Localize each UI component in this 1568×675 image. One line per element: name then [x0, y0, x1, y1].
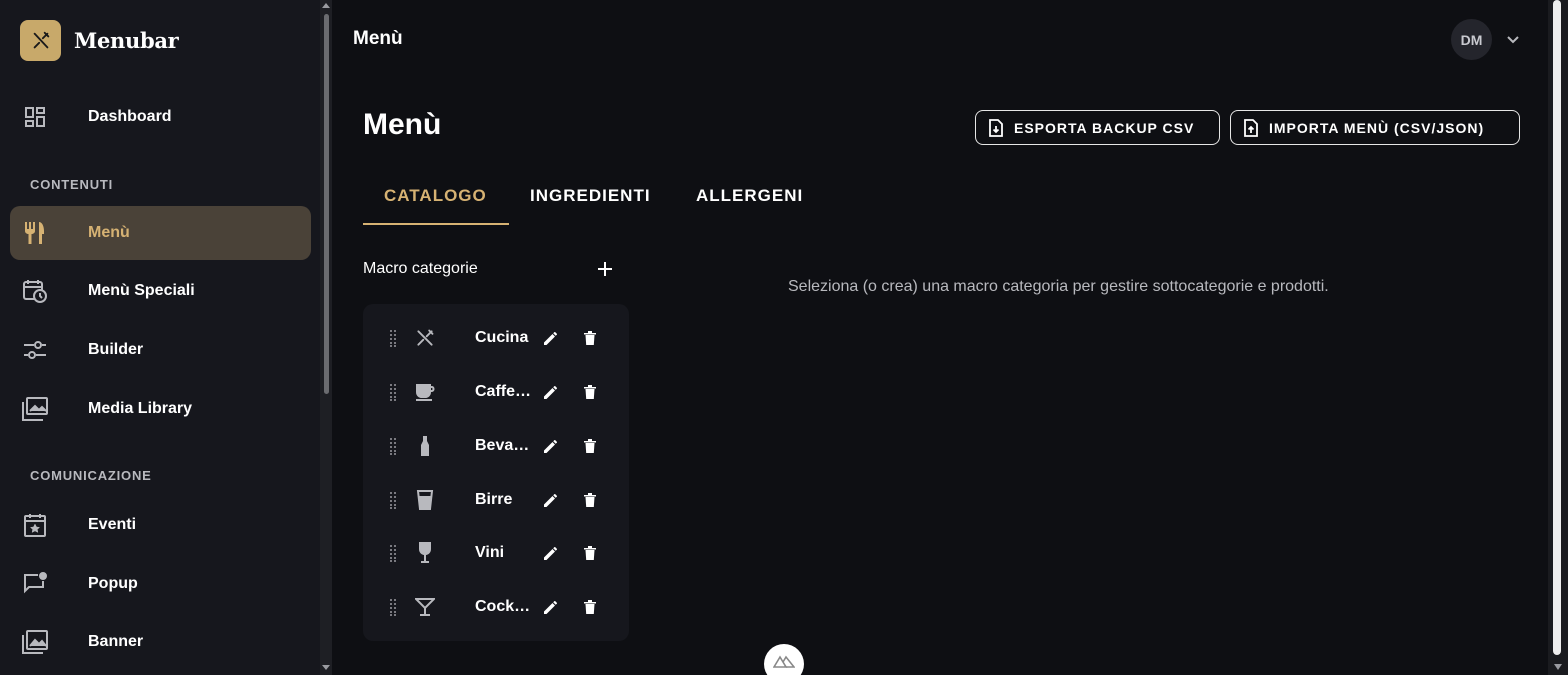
category-name: Cocktail: [475, 598, 533, 615]
export-csv-button[interactable]: ESPORTA BACKUP CSV: [975, 110, 1220, 145]
edit-icon[interactable]: [542, 491, 560, 509]
category-name: Bevande: [475, 437, 533, 454]
sidebar-item-media-library[interactable]: Media Library: [10, 382, 311, 436]
sidebar-item-label: Builder: [88, 341, 144, 358]
list-item[interactable]: Cocktail: [363, 587, 629, 627]
sidebar-item-banner[interactable]: Banner: [10, 615, 311, 669]
edit-icon[interactable]: [542, 598, 560, 616]
sidebar-item-label: Popup: [88, 575, 138, 592]
sidebar-item-dashboard[interactable]: Dashboard: [10, 90, 311, 144]
sidebar-item-label: Menù Speciali: [88, 282, 195, 299]
drag-handle-icon[interactable]: [389, 437, 397, 455]
devtools-toggle-button[interactable]: [764, 644, 804, 675]
trash-icon[interactable]: [581, 437, 599, 455]
file-upload-icon: [1243, 118, 1259, 137]
calendar-clock-icon: [21, 277, 49, 305]
fork-knife-icon: [20, 20, 61, 61]
import-button-label: IMPORTA MENÙ (CSV/JSON): [1269, 119, 1485, 136]
photo-library-icon: [21, 395, 49, 423]
sidebar-scrollbar[interactable]: [320, 0, 332, 675]
tab-catalogo[interactable]: CATALOGO: [384, 186, 487, 206]
edit-icon[interactable]: [542, 383, 560, 401]
chevron-down-icon[interactable]: [1505, 32, 1521, 48]
page-scrollbar[interactable]: [1548, 0, 1568, 675]
brand-name: Menubar: [74, 28, 179, 53]
brand[interactable]: Menubar: [20, 20, 179, 61]
drag-handle-icon[interactable]: [389, 598, 397, 616]
dashboard-icon: [21, 103, 49, 131]
sidebar-item-label: Menù: [88, 224, 130, 241]
active-tab-indicator: [363, 223, 509, 225]
sidebar-item-label: Media Library: [88, 400, 193, 417]
macro-category-list: Cucina Caffetteria Bevande: [363, 304, 629, 641]
list-item[interactable]: Caffetteria: [363, 372, 629, 412]
trash-icon[interactable]: [581, 329, 599, 347]
category-name: Vini: [475, 544, 505, 561]
add-icon[interactable]: [595, 258, 615, 280]
macro-categories-title: Macro categorie: [363, 260, 478, 277]
trash-icon[interactable]: [581, 491, 599, 509]
category-name: Cucina: [475, 329, 529, 346]
sidebar-item-popup[interactable]: Popup: [10, 557, 311, 611]
topbar-title: Menù: [353, 28, 403, 49]
sidebar-item-menu[interactable]: Menù: [10, 206, 311, 260]
sidebar-item-eventi[interactable]: Eventi: [10, 498, 311, 552]
image-banner-icon: [21, 628, 49, 656]
trash-icon[interactable]: [581, 544, 599, 562]
scroll-down-icon[interactable]: [322, 665, 330, 670]
section-label-communication: COMUNICAZIONE: [30, 468, 152, 483]
empty-state-message: Seleziona (o crea) una macro categoria p…: [788, 278, 1329, 295]
page-title: Menù: [363, 108, 442, 141]
tab-ingredienti[interactable]: INGREDIENTI: [530, 186, 651, 206]
sliders-icon: [21, 336, 49, 364]
trash-icon[interactable]: [581, 383, 599, 401]
section-label-contents: CONTENUTI: [30, 177, 114, 192]
trash-icon[interactable]: [581, 598, 599, 616]
coffee-cup-icon: [413, 380, 437, 404]
sidebar-item-label: Dashboard: [88, 108, 172, 125]
drag-handle-icon[interactable]: [389, 544, 397, 562]
list-item[interactable]: Birre: [363, 480, 629, 520]
drag-handle-icon[interactable]: [389, 383, 397, 401]
utensils-icon: [413, 326, 437, 350]
file-download-icon: [988, 118, 1004, 137]
restaurant-icon: [21, 219, 49, 247]
chat-notification-icon: [21, 570, 49, 598]
import-menu-button[interactable]: IMPORTA MENÙ (CSV/JSON): [1230, 110, 1520, 145]
tab-allergeni[interactable]: ALLERGENI: [696, 186, 803, 206]
bottle-icon: [413, 434, 437, 458]
edit-icon[interactable]: [542, 329, 560, 347]
edit-icon[interactable]: [542, 437, 560, 455]
scroll-down-icon[interactable]: [1554, 664, 1562, 670]
wine-glass-icon: [413, 541, 437, 565]
sidebar-item-menu-speciali[interactable]: Menù Speciali: [10, 264, 311, 318]
sidebar: Menubar Dashboard CONTENUTI Menù Menù Sp…: [0, 0, 320, 675]
event-star-icon: [21, 511, 49, 539]
list-item[interactable]: Bevande: [363, 426, 629, 466]
category-name: Birre: [475, 491, 513, 508]
mountain-logo-icon: [772, 654, 796, 673]
drag-handle-icon[interactable]: [389, 491, 397, 509]
scrollbar-thumb[interactable]: [1553, 0, 1561, 655]
beer-glass-icon: [413, 488, 437, 512]
list-item[interactable]: Vini: [363, 533, 629, 573]
scrollbar-thumb[interactable]: [324, 14, 329, 394]
sidebar-item-label: Eventi: [88, 516, 137, 533]
export-button-label: ESPORTA BACKUP CSV: [1014, 119, 1195, 136]
scroll-up-icon[interactable]: [322, 3, 330, 8]
category-name: Caffetteria: [475, 383, 533, 400]
sidebar-item-builder[interactable]: Builder: [10, 323, 311, 377]
list-item[interactable]: Cucina: [363, 318, 629, 358]
drag-handle-icon[interactable]: [389, 329, 397, 347]
sidebar-item-label: Banner: [88, 633, 144, 650]
cocktail-icon: [413, 595, 437, 619]
edit-icon[interactable]: [542, 544, 560, 562]
avatar[interactable]: DM: [1451, 19, 1492, 60]
